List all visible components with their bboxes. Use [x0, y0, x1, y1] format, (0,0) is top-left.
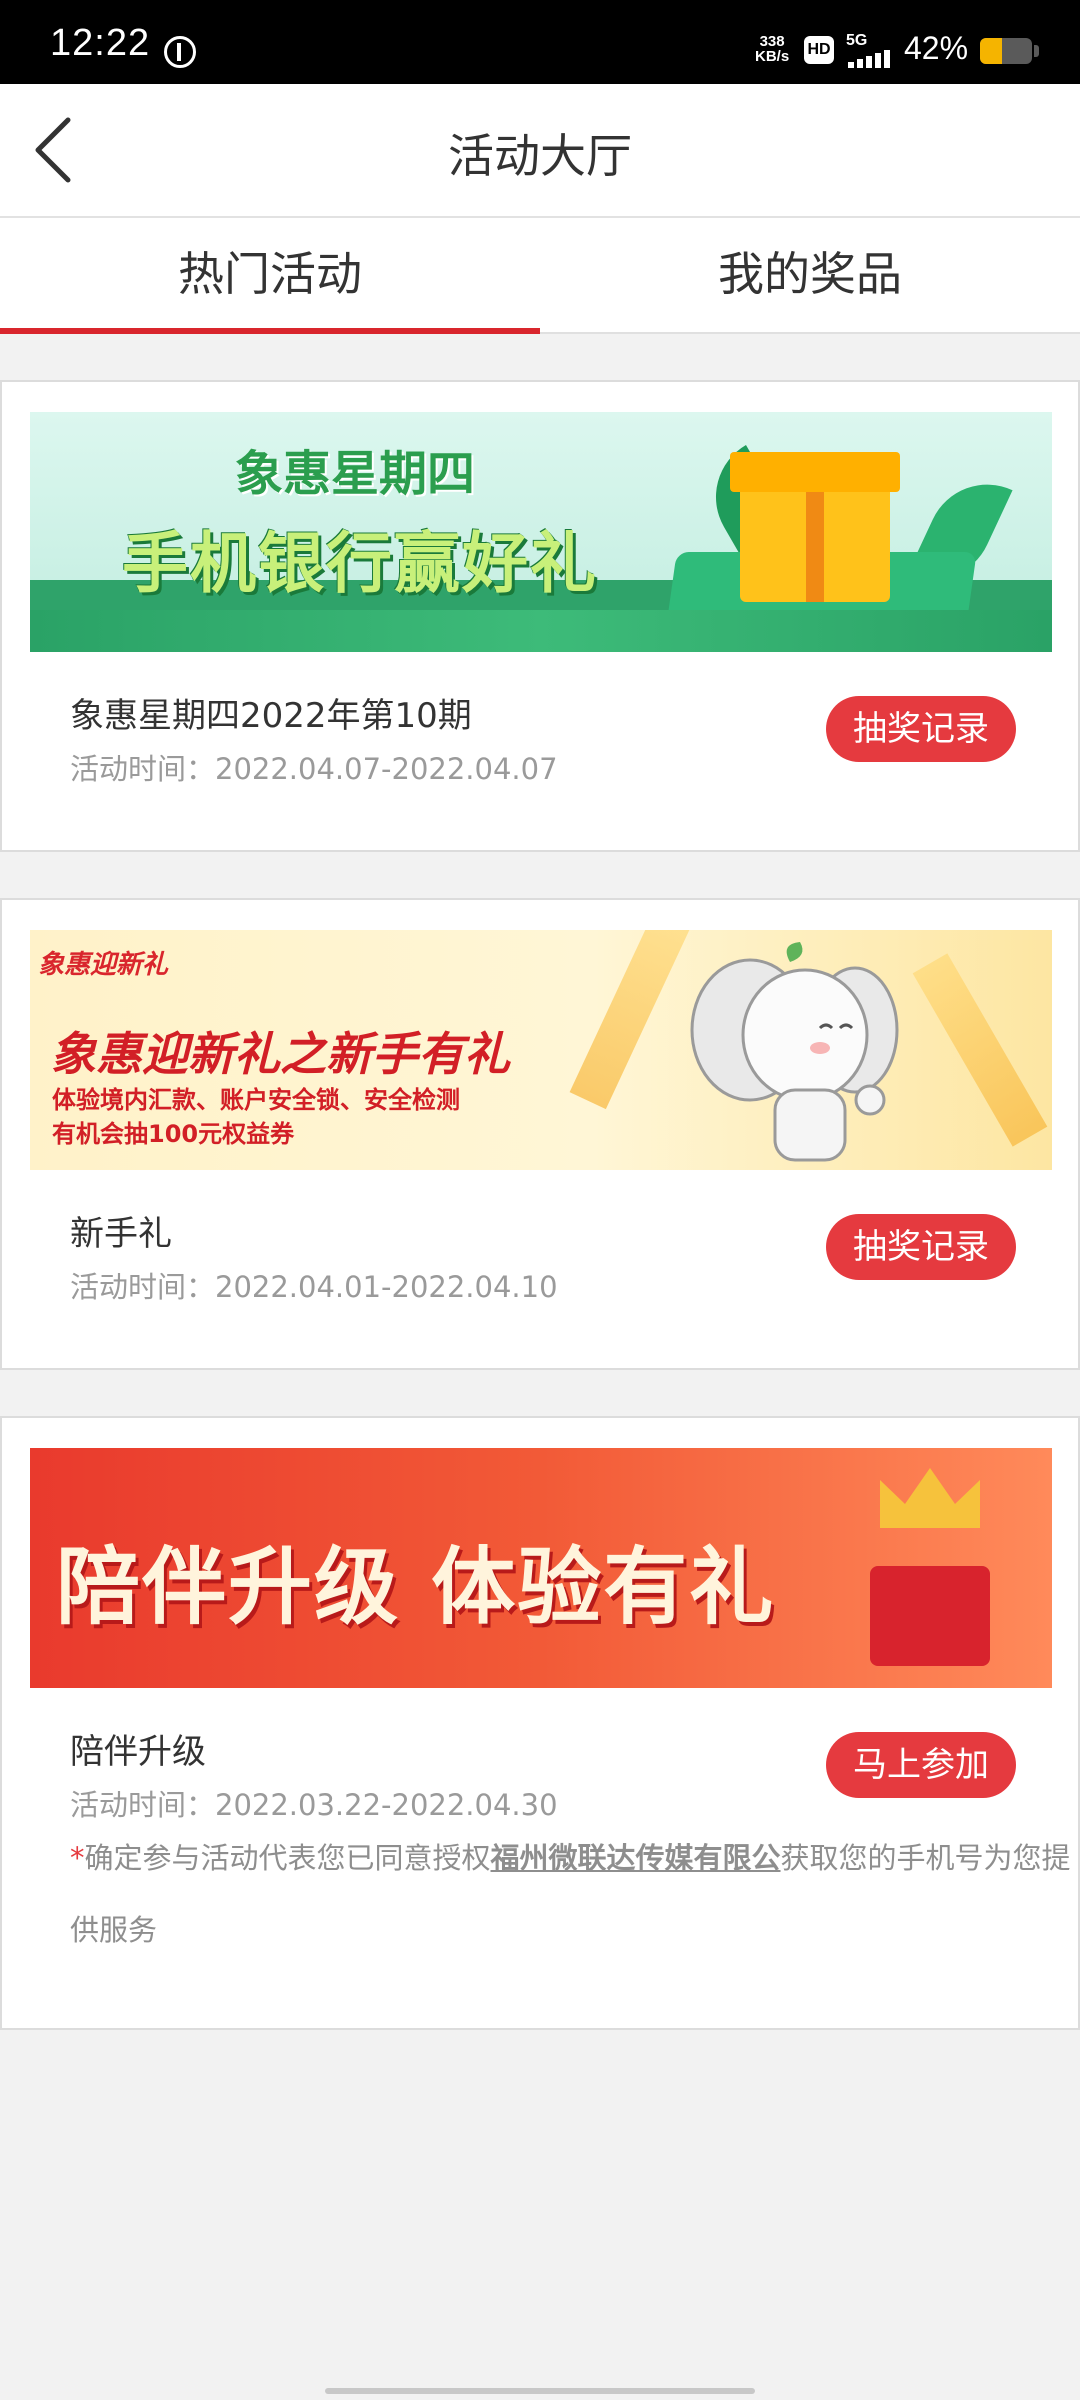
battery-tip	[1034, 45, 1039, 57]
activity-card: 陪伴升级 体验有礼 陪伴升级 活动时间：2022.03.22-2022.04.3…	[0, 1416, 1080, 2030]
page-title: 活动大厅	[448, 129, 632, 183]
banner-title: 陪伴升级 体验有礼	[56, 1538, 776, 1636]
network-speed: 338 KB/s	[755, 34, 789, 64]
ribbon-decoration	[912, 953, 1048, 1147]
nav-header: 活动大厅	[0, 84, 1080, 218]
activity-time: 活动时间：2022.04.07-2022.04.07	[70, 752, 558, 786]
signal-icon	[848, 50, 892, 68]
banner-title: 手机银行赢好礼	[122, 525, 598, 602]
banner-line-2: 有机会抽100元权益券	[52, 1120, 295, 1148]
banner-line-1: 体验境内汇款、账户安全锁、安全检测	[52, 1086, 460, 1114]
activity-name: 新手礼	[70, 1214, 172, 1254]
banner-title: 象惠迎新礼之新手有礼	[50, 1027, 510, 1081]
tab-my-prizes[interactable]: 我的奖品	[540, 218, 1080, 332]
tab-bar: 热门活动 我的奖品	[0, 218, 1080, 334]
network-type: 5G	[846, 32, 868, 49]
lottery-record-button[interactable]: 抽奖记录	[826, 696, 1016, 762]
activity-time: 活动时间：2022.03.22-2022.04.30	[70, 1788, 558, 1822]
activity-card: 象惠迎新礼 象惠迎新礼之新手有礼 体验境内汇款、账户安全锁、安全检测 有机会抽1…	[0, 898, 1080, 1370]
home-indicator[interactable]	[325, 2388, 755, 2394]
activity-banner[interactable]: 象惠星期四 手机银行赢好礼	[30, 412, 1052, 652]
status-time: 12:22	[50, 22, 151, 64]
activity-time: 活动时间：2022.04.01-2022.04.10	[70, 1270, 558, 1304]
battery-level	[980, 38, 1002, 64]
network-speed-unit: KB/s	[755, 48, 790, 65]
required-star: *	[70, 1841, 85, 1875]
join-now-button[interactable]: 马上参加	[826, 1732, 1016, 1798]
activity-banner[interactable]: 陪伴升级 体验有礼	[30, 1448, 1052, 1688]
activity-banner[interactable]: 象惠迎新礼 象惠迎新礼之新手有礼 体验境内汇款、账户安全锁、安全检测 有机会抽1…	[30, 930, 1052, 1170]
elephant-mascot-icon	[690, 942, 899, 1162]
notification-icon	[164, 36, 196, 68]
lottery-record-button[interactable]: 抽奖记录	[826, 1214, 1016, 1280]
gift-box-icon	[870, 1566, 990, 1666]
gift-box-icon	[730, 452, 900, 602]
crown-icon	[880, 1468, 980, 1528]
status-bar: 12:22 338 KB/s HD 5G 42%	[0, 0, 1080, 84]
tab-hot-activities[interactable]: 热门活动	[0, 218, 540, 334]
banner-subtitle: 象惠星期四	[235, 446, 476, 502]
notice-text-before: 确定参与活动代表您已同意授权	[84, 1841, 491, 1875]
authorization-notice: *确定参与活动代表您已同意授权福州微联达传媒有限公获取您的手机号为您提供服务	[70, 1822, 1072, 1966]
hd-icon: HD	[804, 36, 834, 64]
activity-name: 陪伴升级	[70, 1732, 206, 1772]
activity-card: 象惠星期四 手机银行赢好礼 象惠星期四2022年第10期 活动时间：2022.0…	[0, 380, 1080, 852]
banner-logo: 象惠迎新礼	[38, 950, 169, 980]
banner-stripe	[30, 610, 1052, 652]
battery-percent: 42%	[904, 30, 969, 66]
battery-icon	[980, 38, 1032, 64]
company-link[interactable]: 福州微联达传媒有限公	[491, 1841, 781, 1875]
activity-name: 象惠星期四2022年第10期	[70, 696, 472, 736]
